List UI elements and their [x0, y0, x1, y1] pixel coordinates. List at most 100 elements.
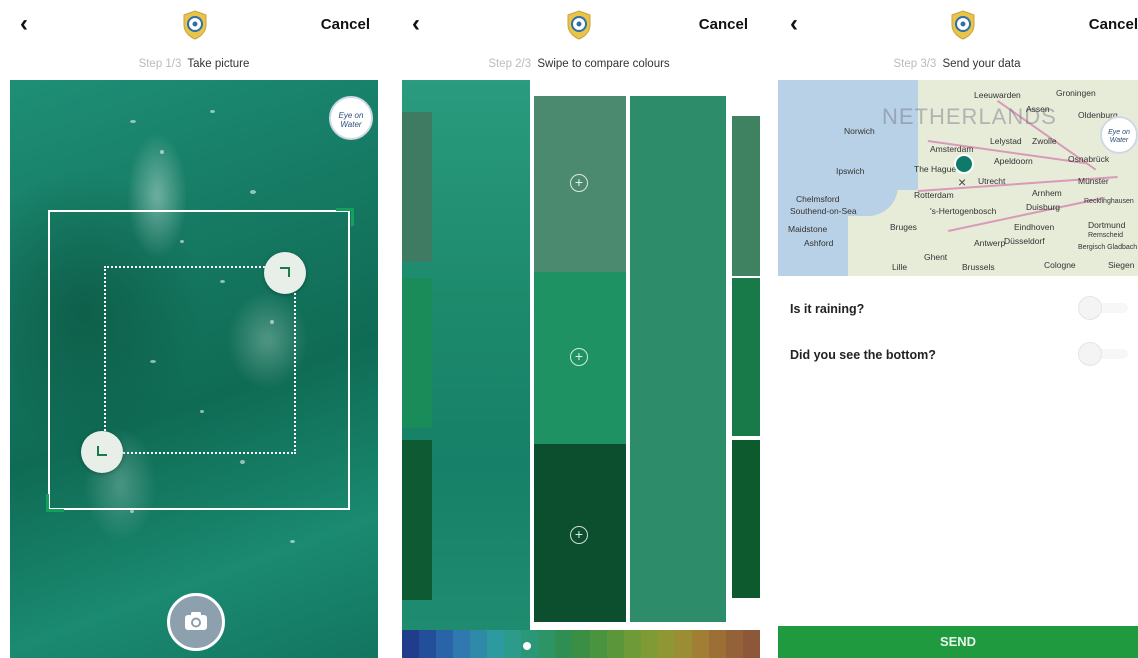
select-colour-button[interactable]: +	[570, 526, 588, 544]
palette-colour-swatch[interactable]	[538, 630, 556, 658]
palette-selection-indicator	[523, 642, 531, 650]
map-city-label: Groningen	[1056, 88, 1096, 98]
map-city-label: Ashford	[804, 238, 834, 248]
toggle-knob	[1078, 296, 1102, 320]
palette-colour-swatch[interactable]	[691, 630, 709, 658]
next-colour-swatch[interactable]	[732, 278, 760, 436]
brand-badge-text: Eye on Water	[338, 111, 364, 129]
next-colour-swatch[interactable]	[732, 116, 760, 276]
map-city-label: Remscheid	[1088, 232, 1124, 239]
palette-colour-swatch[interactable]	[419, 630, 437, 658]
top-bar: ‹ Cancel	[398, 0, 760, 52]
map-city-label: Ipswich	[836, 166, 865, 176]
map-city-label: Leeuwarden	[974, 90, 1021, 100]
corner-mark-icon	[97, 446, 107, 456]
map-city-label: Duisburg	[1026, 202, 1061, 212]
top-bar: ‹ Cancel	[6, 0, 382, 52]
map-city-label: Cologne	[1044, 260, 1076, 270]
palette-colour-swatch[interactable]	[402, 630, 420, 658]
map-city-label: Norwich	[844, 126, 875, 136]
camera-icon	[185, 612, 207, 630]
palette-colour-swatch[interactable]	[725, 630, 743, 658]
map-city-label: Münster	[1078, 176, 1109, 186]
compare-colours-screen: ‹ Cancel Step 2/3 Swipe to compare colou…	[398, 0, 760, 658]
colour-cell[interactable]: +	[534, 444, 626, 622]
send-button[interactable]: SEND	[778, 626, 1138, 658]
map-city-label: Utrecht	[978, 176, 1006, 186]
next-colour-swatch[interactable]	[732, 440, 760, 598]
palette-colour-swatch[interactable]	[657, 630, 675, 658]
map-city-label: Zwolle	[1032, 136, 1057, 146]
palette-colour-swatch[interactable]	[572, 630, 590, 658]
cancel-button[interactable]: Cancel	[1089, 16, 1138, 33]
forel-ule-palette[interactable]	[402, 630, 760, 658]
frame-corner-top-right	[336, 208, 354, 226]
app-logo-icon	[183, 10, 207, 40]
palette-colour-swatch[interactable]	[606, 630, 624, 658]
colour-cell[interactable]: +	[534, 96, 626, 272]
location-map[interactable]: NETHERLANDS Leeuwarden Groningen Assen O…	[778, 80, 1138, 276]
palette-colour-swatch[interactable]	[453, 630, 471, 658]
top-bar: ‹ Cancel	[776, 0, 1138, 52]
map-city-label: Amsterdam	[930, 144, 974, 154]
brand-badge: Eye on Water	[329, 96, 373, 140]
palette-colour-swatch[interactable]	[589, 630, 607, 658]
map-city-label: Arnhem	[1032, 188, 1062, 198]
bottom-visible-question-label: Did you see the bottom?	[790, 348, 936, 362]
crop-frame-inner[interactable]	[104, 266, 296, 454]
back-button[interactable]: ‹	[790, 12, 798, 36]
select-colour-button[interactable]: +	[570, 348, 588, 366]
map-city-label: Ghent	[924, 252, 948, 262]
location-pin-icon[interactable]	[954, 154, 974, 174]
palette-colour-swatch[interactable]	[504, 630, 522, 658]
palette-colour-swatch[interactable]	[470, 630, 488, 658]
resize-handle-top-right[interactable]	[264, 252, 306, 294]
cancel-button[interactable]: Cancel	[321, 16, 370, 33]
take-picture-screen: ‹ Cancel Step 1/3 Take picture Eye on Wa…	[6, 0, 382, 658]
palette-colour-swatch[interactable]	[487, 630, 505, 658]
corner-mark-icon	[280, 267, 290, 277]
map-city-label: Eindhoven	[1014, 222, 1055, 232]
step-number: Step 3/3	[893, 58, 937, 70]
map-city-label: Dortmund	[1088, 220, 1126, 230]
map-city-label: Brussels	[962, 262, 995, 272]
colour-comparison-column[interactable]: + + +	[534, 96, 626, 622]
map-city-label: Assen	[1026, 104, 1050, 114]
step-indicator: Step 3/3 Send your data	[776, 58, 1138, 70]
reference-colour-column	[630, 96, 726, 622]
frame-corner-bottom-left	[46, 494, 64, 512]
raining-question-label: Is it raining?	[790, 302, 865, 316]
map-brand-badge: Eye on Water	[1100, 116, 1138, 154]
palette-colour-swatch[interactable]	[436, 630, 454, 658]
app-logo-icon	[951, 10, 975, 40]
palette-colour-swatch[interactable]	[742, 630, 760, 658]
photo-swatch	[402, 278, 432, 428]
map-city-label: The Hague	[914, 164, 957, 174]
map-brand-badge-text: Eye on Water	[1108, 129, 1130, 144]
palette-colour-swatch[interactable]	[555, 630, 573, 658]
palette-colour-swatch[interactable]	[640, 630, 658, 658]
palette-colour-swatch[interactable]	[708, 630, 726, 658]
step-title: Send your data	[942, 58, 1021, 70]
map-city-label: Chelmsford	[796, 194, 840, 204]
back-button[interactable]: ‹	[20, 12, 28, 36]
palette-colour-swatch[interactable]	[674, 630, 692, 658]
send-data-screen: ‹ Cancel Step 3/3 Send your data NETHERL…	[776, 0, 1138, 658]
palette-colour-swatch[interactable]	[623, 630, 641, 658]
map-city-label: Düsseldorf	[1004, 236, 1045, 246]
colour-cell[interactable]: +	[534, 272, 626, 444]
bottom-visible-toggle[interactable]	[1078, 342, 1128, 366]
photo-swatch	[402, 112, 432, 262]
raining-toggle[interactable]	[1078, 296, 1128, 320]
step-number: Step 2/3	[488, 58, 532, 70]
step-number: Step 1/3	[138, 58, 182, 70]
cancel-button[interactable]: Cancel	[699, 16, 748, 33]
take-photo-button[interactable]	[167, 593, 225, 651]
map-city-label: Rotterdam	[914, 190, 954, 200]
map-city-label: Antwerp	[974, 238, 1006, 248]
resize-handle-bottom-left[interactable]	[81, 431, 123, 473]
select-colour-button[interactable]: +	[570, 174, 588, 192]
back-button[interactable]: ‹	[412, 12, 420, 36]
map-city-label: Bruges	[890, 222, 917, 232]
map-city-label: Lelystad	[990, 136, 1022, 146]
